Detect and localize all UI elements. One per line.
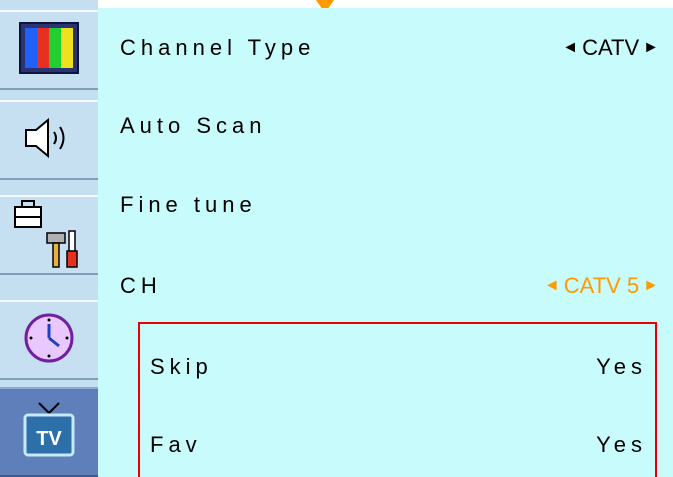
arrow-left-icon[interactable]: ◄ — [544, 277, 560, 295]
menu-row-fine-tune[interactable]: Fine tune — [120, 185, 659, 225]
channel-type-label: Channel Type — [120, 35, 316, 60]
channel-options-subpanel: Skip Yes Fav Yes — [138, 322, 657, 477]
menu-row-channel-type[interactable]: Channel Type ◄ CATV ► — [120, 28, 659, 68]
skip-label: Skip — [150, 354, 213, 379]
skip-value[interactable]: Yes — [596, 354, 647, 380]
clock-icon — [21, 310, 77, 371]
ch-text: CATV 5 — [563, 273, 640, 298]
fine-tune-label: Fine tune — [120, 192, 257, 217]
toolbox-icon — [9, 195, 89, 276]
fav-value[interactable]: Yes — [596, 432, 647, 458]
channel-menu-panel: Channel Type ◄ CATV ► Auto Scan Fine tun… — [98, 8, 673, 477]
menu-row-auto-scan[interactable]: Auto Scan — [120, 106, 659, 146]
sidebar-item-sound[interactable] — [0, 100, 98, 180]
sidebar-item-picture[interactable] — [0, 10, 98, 90]
channel-type-value[interactable]: ◄ CATV ► — [562, 35, 659, 61]
sidebar-item-setup[interactable] — [0, 195, 98, 275]
ch-label: CH — [120, 273, 162, 298]
arrow-right-icon[interactable]: ► — [643, 39, 659, 57]
auto-scan-label: Auto Scan — [120, 113, 267, 138]
submenu-row-fav[interactable]: Fav Yes — [150, 425, 647, 465]
fav-label: Fav — [150, 432, 202, 457]
sidebar-item-time[interactable] — [0, 300, 98, 380]
speaker-icon — [18, 116, 80, 165]
tv-icon: TV — [19, 399, 79, 466]
menu-row-ch[interactable]: CH ◄ CATV 5 ► — [120, 266, 659, 306]
ch-value[interactable]: ◄ CATV 5 ► — [544, 273, 659, 299]
color-bars-icon — [18, 21, 80, 80]
channel-type-text: CATV — [582, 35, 640, 60]
arrow-left-icon[interactable]: ◄ — [562, 39, 578, 57]
svg-text:TV: TV — [36, 428, 62, 450]
sidebar-item-tv[interactable]: TV — [0, 387, 98, 477]
submenu-row-skip[interactable]: Skip Yes — [150, 347, 647, 387]
menu-sidebar: TV — [0, 0, 98, 477]
arrow-right-icon[interactable]: ► — [643, 277, 659, 295]
